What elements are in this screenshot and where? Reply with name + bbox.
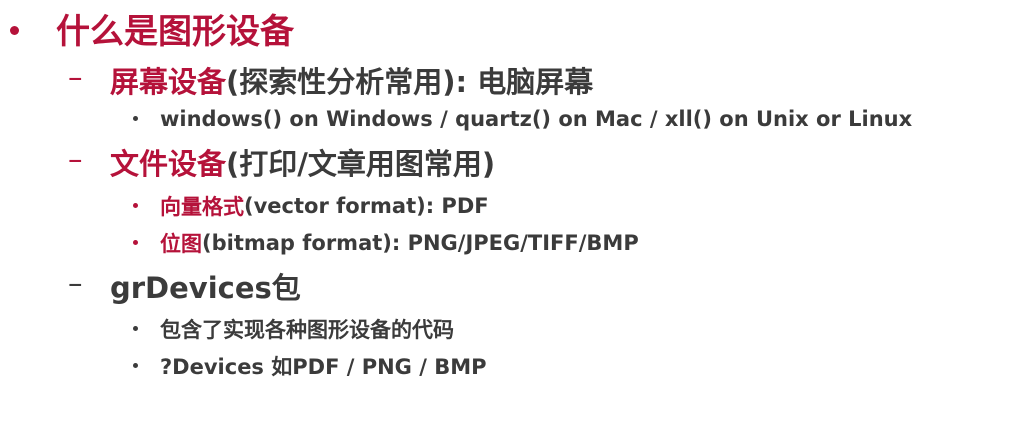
section-2-item-1-dot bbox=[133, 203, 138, 208]
section-3-item-2: ?Devices 如PDF / PNG / BMP bbox=[160, 351, 487, 381]
section-1-heading: 屏幕设备 (探索性分析常用): 电脑屏幕 bbox=[110, 60, 593, 100]
section-3-item-2-dot bbox=[133, 363, 138, 368]
section-1-item-1: windows() on Windows / quartz() on Mac /… bbox=[160, 104, 912, 134]
section-3-item-1-dot bbox=[133, 326, 138, 331]
section-3-item-1-text: 包含了实现各种图形设备的代码 bbox=[160, 318, 454, 342]
section-1-heading-red: 屏幕设备 bbox=[110, 65, 227, 99]
section-1-item-1-text: windows() on Windows / quartz() on Mac /… bbox=[160, 107, 913, 131]
section-2-dash: – bbox=[68, 142, 83, 176]
section-1-dash: – bbox=[68, 60, 83, 94]
section-2-item-2: 位图 (bitmap format): PNG/JPEG/TIFF/BMP bbox=[160, 228, 639, 258]
section-3-item-2-text: ?Devices 如PDF / PNG / BMP bbox=[160, 355, 487, 379]
section-2-item-2-red: 位图 bbox=[160, 232, 202, 256]
section-2-item-1: 向量格式 (vector format): PDF bbox=[160, 191, 489, 221]
section-2-heading-dark: (打印/文章用图常用) bbox=[226, 147, 496, 181]
section-1-heading-dark: (探索性分析常用): 电脑屏幕 bbox=[226, 65, 594, 99]
section-3-item-1: 包含了实现各种图形设备的代码 bbox=[160, 314, 454, 344]
section-2-item-1-red: 向量格式 bbox=[160, 195, 244, 219]
slide: 什么是图形设备 – 屏幕设备 (探索性分析常用): 电脑屏幕 windows() … bbox=[0, 0, 1023, 425]
section-3-dash: – bbox=[68, 266, 83, 300]
slide-title-line: 什么是图形设备 bbox=[56, 6, 294, 52]
section-2-item-2-text: (bitmap format): PNG/JPEG/TIFF/BMP bbox=[202, 231, 639, 255]
title-bullet bbox=[10, 26, 19, 35]
section-1-item-1-dot bbox=[133, 116, 138, 121]
section-2-item-1-text: (vector format): PDF bbox=[244, 194, 489, 218]
section-3-heading: grDevices包 bbox=[110, 266, 301, 306]
section-2-heading: 文件设备 (打印/文章用图常用) bbox=[110, 142, 495, 182]
section-2-heading-red: 文件设备 bbox=[110, 147, 227, 181]
slide-title: 什么是图形设备 bbox=[56, 11, 294, 52]
section-3-heading-dark: grDevices包 bbox=[110, 271, 301, 305]
section-2-item-2-dot bbox=[133, 240, 138, 245]
